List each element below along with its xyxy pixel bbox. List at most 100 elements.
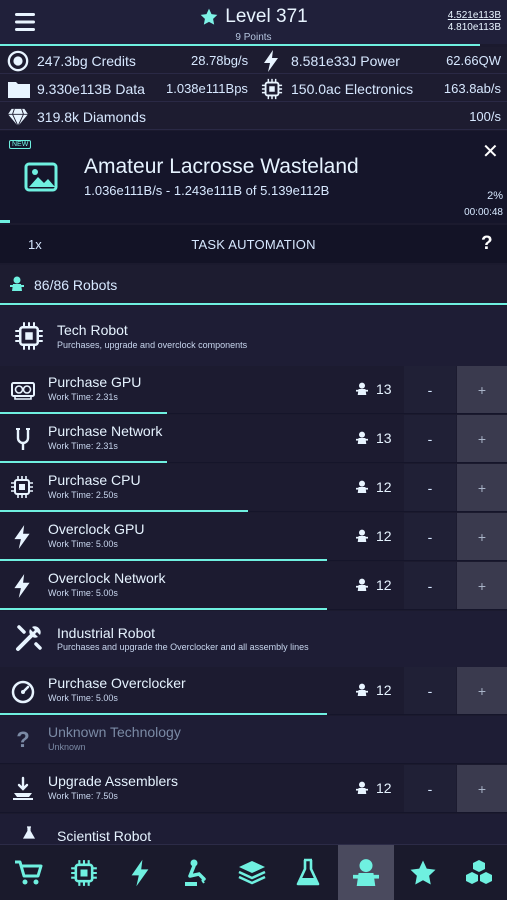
power-value: 8.581e33J Power xyxy=(291,52,400,69)
section-industrial-robot: Industrial Robot Purchases and upgrade t… xyxy=(0,611,507,667)
section-description: Purchases and upgrade the Overclocker an… xyxy=(57,642,309,652)
task-name: Purchase GPU xyxy=(48,374,142,390)
add-robot-button[interactable]: + xyxy=(457,513,507,560)
nav-shop[interactable] xyxy=(0,845,56,900)
diamonds-value: 319.8k Diamonds xyxy=(37,108,146,125)
task-name: Purchase Network xyxy=(48,423,163,439)
network-icon xyxy=(10,426,36,452)
task-progress-bar xyxy=(0,713,327,715)
task-row: Overclock Network Work Time: 5.00s 12 - … xyxy=(0,562,507,610)
credits-resource[interactable]: 247.3bg Credits xyxy=(7,47,136,74)
nav-inventory[interactable] xyxy=(451,845,507,900)
data-resource[interactable]: 9.330e113B Data xyxy=(7,75,145,102)
power-rate: 62.66QW xyxy=(446,53,501,68)
task-work-time: Work Time: 5.00s xyxy=(48,693,118,703)
credits-rate: 28.78bg/s xyxy=(191,53,249,68)
job-time: 00:00:48 xyxy=(464,207,503,218)
robots-count: 86/86 Robots xyxy=(34,277,118,293)
current-job-panel[interactable]: NEW Amateur Lacrosse Wasteland 1.036e111… xyxy=(0,131,507,223)
task-name: Overclock GPU xyxy=(48,521,145,537)
nav-storage[interactable] xyxy=(224,845,280,900)
remove-robot-button[interactable]: - xyxy=(404,562,456,609)
task-work-time: Work Time: 7.50s xyxy=(48,791,118,801)
task-robot-count: 12 xyxy=(376,479,392,495)
automation-title: TASK AUTOMATION xyxy=(191,237,316,252)
electronics-resource[interactable]: 150.0ac Electronics xyxy=(261,75,413,102)
remove-robot-button[interactable]: - xyxy=(404,765,456,812)
level-display[interactable]: Level 371 9 Points xyxy=(0,6,507,43)
task-row: Overclock GPU Work Time: 5.00s 12 - + xyxy=(0,513,507,561)
task-robot-count: 12 xyxy=(376,780,392,796)
lightning-icon xyxy=(131,859,149,887)
nav-research[interactable] xyxy=(280,845,336,900)
remove-robot-button[interactable]: - xyxy=(404,667,456,714)
section-title: Tech Robot xyxy=(57,322,128,338)
task-work-time: Work Time: 2.31s xyxy=(48,441,118,451)
add-robot-button[interactable]: + xyxy=(457,366,507,413)
job-progress-bar xyxy=(0,220,10,223)
flask-icon xyxy=(296,858,320,886)
gpu-icon xyxy=(10,377,36,403)
nav-achievements[interactable] xyxy=(395,845,451,900)
nav-industrial[interactable] xyxy=(168,845,224,900)
close-icon[interactable]: ✕ xyxy=(482,139,499,164)
task-row: Purchase Network Work Time: 2.31s 13 - + xyxy=(0,415,507,463)
level-points: 9 Points xyxy=(235,32,272,43)
data-value: 9.330e113B Data xyxy=(37,80,145,97)
question-icon: ? xyxy=(16,727,30,752)
layers-icon xyxy=(238,861,266,885)
task-work-time: Unknown xyxy=(48,742,86,752)
task-progress-bar xyxy=(0,608,327,610)
task-name: Purchase Overclocker xyxy=(48,675,186,691)
cpu-icon xyxy=(14,321,44,351)
credits-value: 247.3bg Credits xyxy=(37,52,136,69)
add-robot-button[interactable]: + xyxy=(457,415,507,462)
chip-icon xyxy=(71,860,97,886)
diamond-icon xyxy=(8,108,28,127)
task-robot-count: 13 xyxy=(376,430,392,446)
nav-power[interactable] xyxy=(112,845,168,900)
add-robot-button[interactable]: + xyxy=(457,667,507,714)
section-tech-robot: Tech Robot Purchases, upgrade and overcl… xyxy=(0,306,507,366)
task-robot-count: 13 xyxy=(376,381,392,397)
task-robot-count: 12 xyxy=(376,577,392,593)
robot-icon xyxy=(353,859,379,886)
robot-icon xyxy=(356,431,368,445)
add-robot-button[interactable]: + xyxy=(457,464,507,511)
nav-robots[interactable] xyxy=(338,845,394,900)
remove-robot-button[interactable]: - xyxy=(404,464,456,511)
star-icon xyxy=(410,860,436,885)
job-progress-text: 1.036e111B/s - 1.243e111B of 5.139e112B xyxy=(84,183,330,198)
task-row: Purchase GPU Work Time: 2.31s 13 - + xyxy=(0,366,507,414)
remove-robot-button[interactable]: - xyxy=(404,415,456,462)
robot-icon xyxy=(10,276,24,292)
diamonds-resource[interactable]: 319.8k Diamonds xyxy=(7,103,146,130)
task-progress-bar xyxy=(0,461,167,463)
flask-icon xyxy=(22,826,36,840)
resources-panel: 247.3bg Credits 28.78bg/s 8.581e33J Powe… xyxy=(0,47,507,130)
data-rate: 1.038e111Bps xyxy=(166,81,248,96)
level-label: Level 371 xyxy=(225,6,308,27)
add-robot-button[interactable]: + xyxy=(457,562,507,609)
robot-icon xyxy=(356,480,368,494)
help-button[interactable]: ? xyxy=(481,233,493,255)
lightning-icon xyxy=(264,49,278,72)
task-work-time: Work Time: 5.00s xyxy=(48,588,118,598)
nav-components[interactable] xyxy=(56,845,112,900)
new-badge: NEW xyxy=(9,140,32,149)
storage-readout: 4.521e113B 4.810e113B xyxy=(448,10,501,34)
lightning-icon xyxy=(10,573,36,599)
remove-robot-button[interactable]: - xyxy=(404,366,456,413)
power-resource[interactable]: 8.581e33J Power xyxy=(261,47,400,74)
add-robot-button[interactable]: + xyxy=(457,765,507,812)
task-row: Purchase Overclocker Work Time: 5.00s 12… xyxy=(0,667,507,715)
robots-summary: 86/86 Robots xyxy=(0,265,507,303)
gauge-icon xyxy=(10,678,36,704)
remove-robot-button[interactable]: - xyxy=(404,513,456,560)
storage-progress-bar xyxy=(0,44,480,46)
task-progress-bar xyxy=(0,559,327,561)
section-title: Industrial Robot xyxy=(57,625,156,641)
image-icon xyxy=(24,162,58,192)
robot-icon xyxy=(356,781,368,795)
storage-capacity: 4.810e113B xyxy=(447,22,501,33)
